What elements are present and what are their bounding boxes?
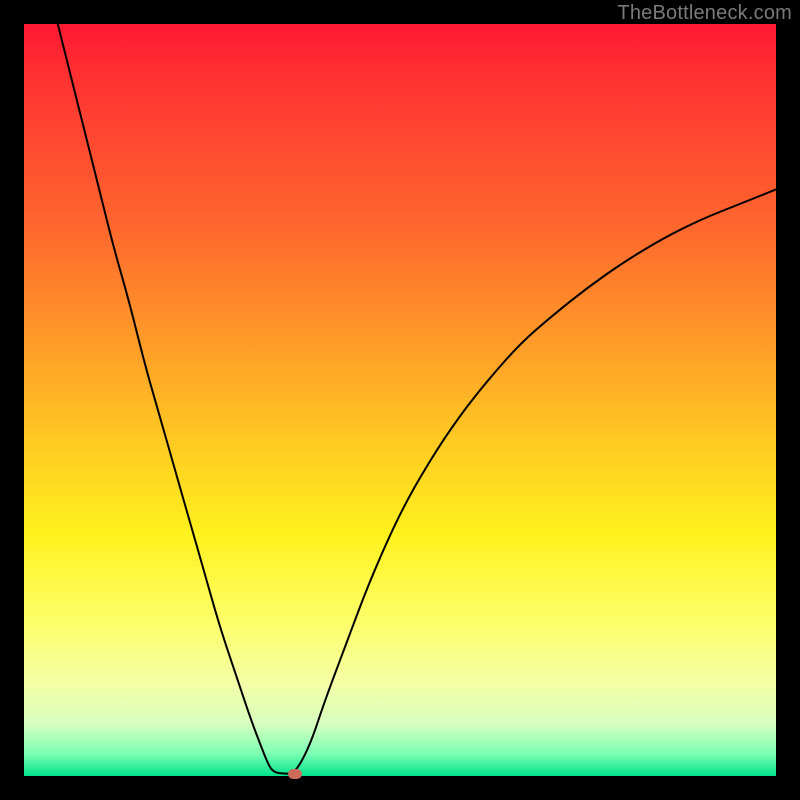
bottleneck-curve-svg [24, 24, 776, 776]
watermark-text: TheBottleneck.com [617, 2, 792, 25]
outer-frame: TheBottleneck.com [0, 0, 800, 800]
bottleneck-curve-path [58, 24, 776, 774]
optimum-marker [288, 769, 302, 779]
plot-area [24, 24, 776, 776]
